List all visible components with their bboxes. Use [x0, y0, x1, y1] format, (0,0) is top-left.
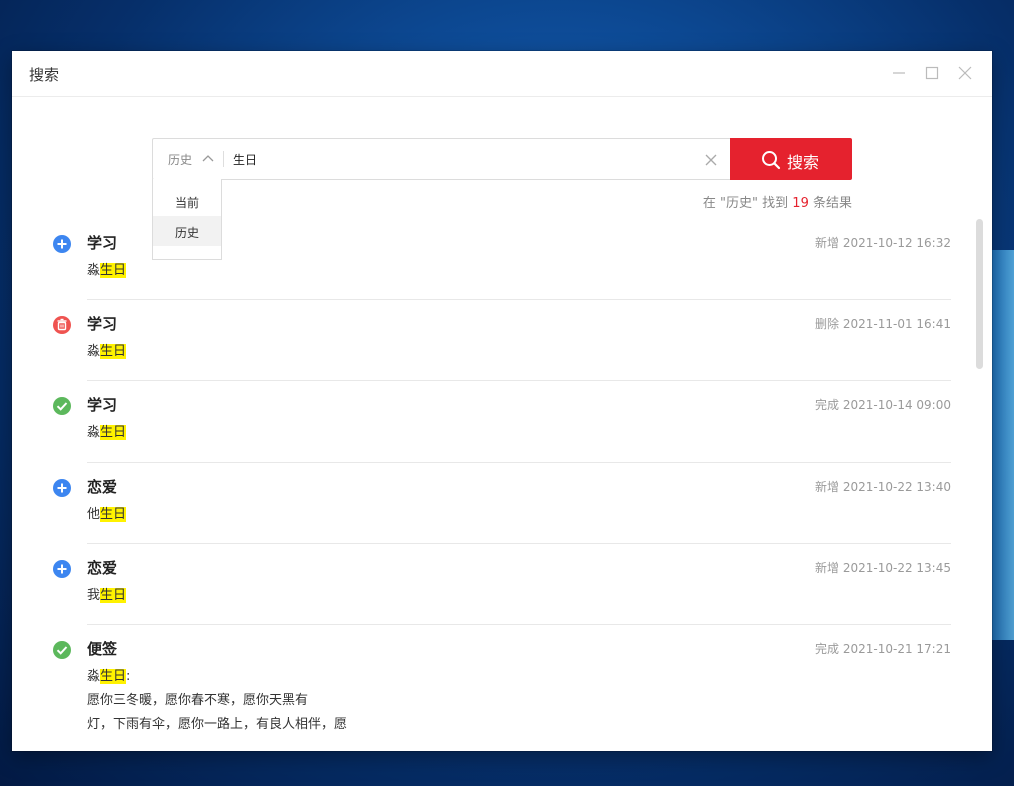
close-icon[interactable]: [955, 63, 975, 83]
search-scope-label: 历史: [168, 153, 193, 167]
content-text: 他: [87, 507, 101, 522]
dropdown-option-label: 当前: [175, 196, 200, 210]
plus-circle-icon: [52, 234, 72, 254]
result-meta: 新增 2021-10-22 13:45: [815, 559, 951, 576]
result-category: 学习: [87, 315, 118, 333]
result-content: 我生日: [87, 584, 127, 608]
result-summary: 在 "历史" 找到 19 条结果: [703, 192, 852, 211]
result-action: 新增: [815, 236, 840, 250]
highlight-text: 生日: [100, 344, 127, 359]
search-button[interactable]: 搜索: [730, 138, 852, 180]
search-input[interactable]: [233, 149, 693, 169]
result-meta: 删除 2021-11-01 16:41: [815, 315, 951, 332]
result-item[interactable]: 恋爱 新增 2021-10-22 13:40 他生日: [52, 463, 951, 544]
result-time: 2021-10-21 17:21: [842, 642, 951, 656]
window-title: 搜索: [29, 66, 60, 84]
highlight-text: 生日: [100, 263, 127, 278]
trash-icon: [52, 315, 72, 335]
highlight-text: 生日: [100, 669, 127, 684]
result-content: 他生日: [87, 503, 127, 527]
result-item[interactable]: 学习 删除 2021-11-01 16:41 淼生日: [52, 300, 951, 381]
result-action: 新增: [815, 480, 840, 494]
content-line: 淼生日: [87, 421, 127, 445]
result-category: 便签: [87, 640, 118, 658]
result-meta: 新增 2021-10-22 13:40: [815, 478, 951, 495]
result-item[interactable]: 便签 完成 2021-10-21 17:21 淼生日: 愿你三冬暖，愿你春不寒，…: [52, 625, 951, 751]
plus-circle-icon: [52, 478, 72, 498]
result-action: 完成: [815, 642, 840, 656]
content-line: 淼生日: [87, 340, 127, 364]
result-content: 淼生日: [87, 259, 127, 283]
result-category: 恋爱: [87, 478, 118, 496]
result-content: 淼生日: [87, 421, 127, 445]
result-category: 学习: [87, 234, 118, 252]
highlight-text: 生日: [100, 588, 127, 603]
content-text: 淼: [87, 263, 101, 278]
check-circle-icon: [52, 640, 72, 660]
result-time: 2021-10-12 16:32: [842, 236, 951, 250]
content-line: 灯，下雨有伞，愿你一路上，有良人相伴，愿: [87, 713, 347, 737]
dropdown-option-current[interactable]: 当前: [153, 186, 221, 216]
maximize-icon[interactable]: [922, 63, 942, 83]
content-line: 我生日: [87, 584, 127, 608]
result-meta: 完成 2021-10-14 09:00: [815, 396, 951, 413]
chevron-up-icon: [202, 155, 214, 162]
result-item[interactable]: 学习 完成 2021-10-14 09:00 淼生日: [52, 381, 951, 463]
content-text: 我: [87, 588, 101, 603]
result-time: 2021-10-14 09:00: [842, 398, 951, 412]
clear-icon[interactable]: [704, 152, 718, 166]
result-count: 19: [792, 196, 809, 211]
scope-dropdown: 当前 历史: [152, 179, 222, 260]
results-list: 学习 新增 2021-10-12 16:32 淼生日 学习 删除 2021-11…: [12, 219, 992, 751]
search-button-label: 搜索: [787, 153, 820, 172]
minimize-icon[interactable]: [889, 63, 909, 83]
result-prefix: 在 "历史" 找到: [702, 196, 789, 211]
content-text: :: [126, 669, 131, 684]
content-text: 愿你三冬暖，愿你春不寒，愿你天黑有: [87, 693, 309, 708]
scrollbar-thumb[interactable]: [976, 219, 983, 369]
result-content: 淼生日: [87, 340, 127, 364]
content-text: 淼: [87, 669, 101, 684]
result-action: 完成: [815, 398, 840, 412]
result-category: 学习: [87, 396, 118, 414]
plus-circle-icon: [52, 559, 72, 579]
result-meta: 完成 2021-10-21 17:21: [815, 640, 951, 657]
search-window: 搜索 历史 搜索 当前: [12, 51, 992, 751]
check-circle-icon: [52, 396, 72, 416]
content-text: 灯，下雨有伞，愿你一路上，有良人相伴，愿: [87, 717, 348, 732]
dropdown-option-history[interactable]: 历史: [153, 216, 221, 246]
highlight-text: 生日: [100, 425, 127, 440]
dropdown-option-label: 历史: [175, 226, 200, 240]
result-time: 2021-10-22 13:45: [842, 561, 951, 575]
search-icon: [762, 151, 781, 170]
result-suffix: 条结果: [812, 196, 852, 211]
content-line: 淼生日: [87, 259, 127, 283]
result-content: 淼生日: 愿你三冬暖，愿你春不寒，愿你天黑有 灯，下雨有伞，愿你一路上，有良人相…: [87, 665, 347, 737]
result-time: 2021-11-01 16:41: [842, 317, 951, 331]
desktop-background-accent: [992, 250, 1014, 640]
highlight-text: 生日: [100, 507, 127, 522]
title-bar: 搜索: [12, 51, 992, 97]
content-line: 愿你三冬暖，愿你春不寒，愿你天黑有: [87, 689, 347, 713]
result-time: 2021-10-22 13:40: [842, 480, 951, 494]
scope-divider: [223, 151, 224, 167]
content-line: 他生日: [87, 503, 127, 527]
result-meta: 新增 2021-10-12 16:32: [815, 234, 951, 251]
result-category: 恋爱: [87, 559, 118, 577]
result-action: 删除: [815, 317, 840, 331]
result-item[interactable]: 恋爱 新增 2021-10-22 13:45 我生日: [52, 544, 951, 625]
content-line: 淼生日:: [87, 665, 347, 689]
search-bar: 历史: [152, 138, 731, 180]
result-action: 新增: [815, 561, 840, 575]
search-scope-select[interactable]: 历史: [153, 139, 223, 179]
content-text: 淼: [87, 344, 101, 359]
content-text: 淼: [87, 425, 101, 440]
